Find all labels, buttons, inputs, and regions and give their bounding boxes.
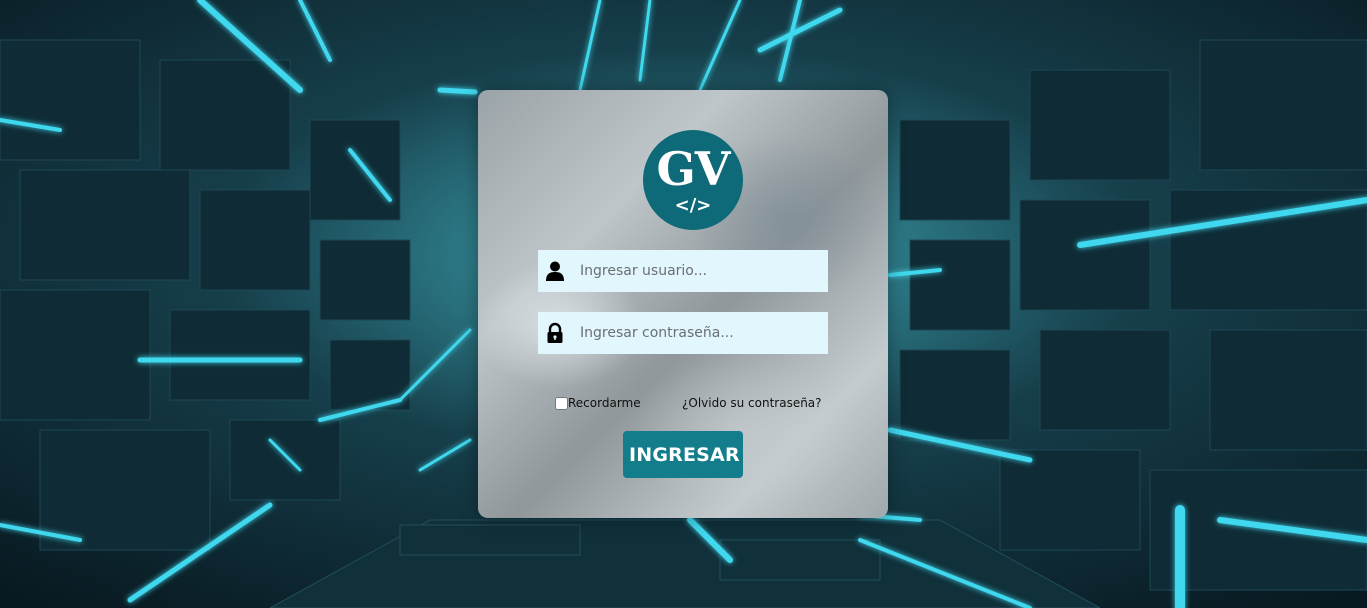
lock-icon: [547, 322, 563, 343]
password-field[interactable]: [538, 312, 828, 354]
remember-checkbox[interactable]: [555, 396, 568, 410]
login-button[interactable]: INGRESAR: [623, 431, 743, 478]
remember-me[interactable]: Recordarme: [555, 395, 641, 411]
logo-letters: GV: [656, 142, 731, 196]
username-field[interactable]: [538, 250, 828, 292]
forgot-password-link[interactable]: ¿Olvido su contraseña?: [682, 395, 822, 411]
user-icon: [546, 261, 564, 281]
code-icon: </>: [674, 195, 712, 216]
brand-logo: GV </>: [643, 130, 743, 230]
remember-label: Recordarme: [568, 396, 641, 410]
login-card: GV </> Recordarme ¿Olvido su contraseña?: [478, 90, 888, 518]
login-page: GV </> Recordarme ¿Olvido su contraseña?: [0, 0, 1367, 608]
password-input[interactable]: [574, 312, 828, 354]
username-input[interactable]: [574, 250, 828, 292]
